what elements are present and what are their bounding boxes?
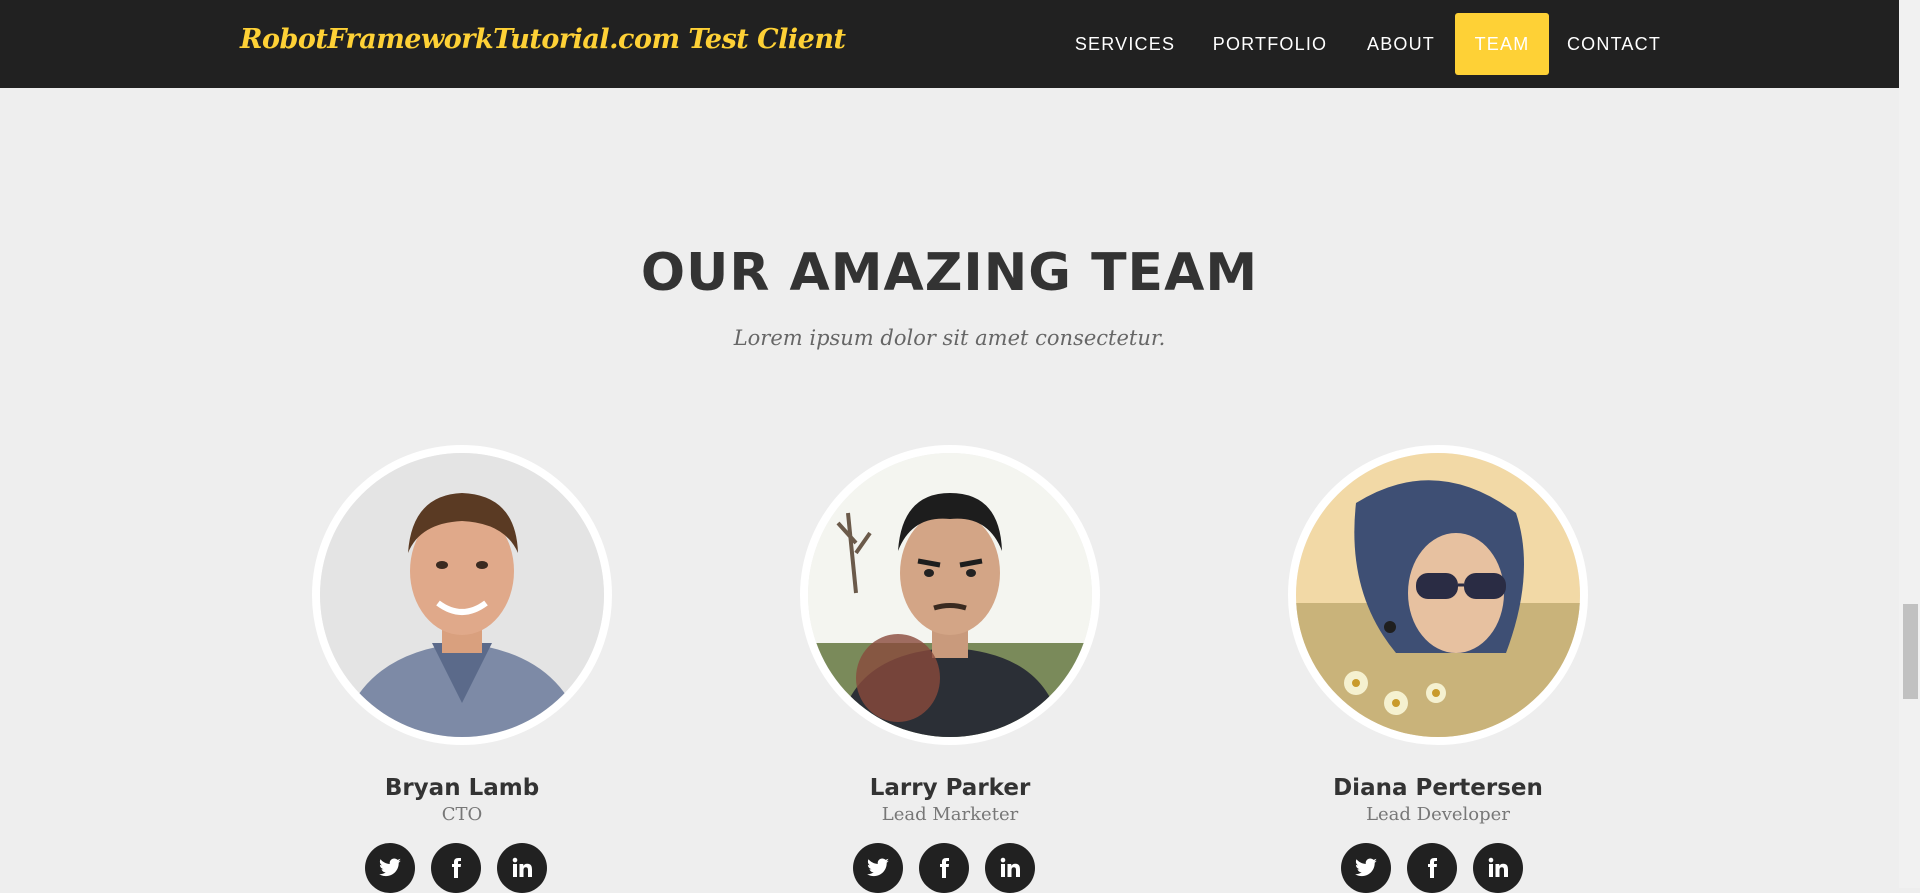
avatar [312,445,612,745]
portrait-image [1296,453,1580,737]
nav-portfolio[interactable]: PORTFOLIO [1203,13,1337,75]
portrait-image [320,453,604,737]
vertical-scrollbar[interactable] [1899,0,1920,888]
linkedin-link[interactable] [985,843,1035,893]
twitter-icon [1355,858,1377,877]
linkedin-icon [1000,857,1020,877]
member-name: Diana Pertersen [1333,775,1543,801]
member-role: Lead Developer [1366,804,1510,825]
social-links [365,843,565,893]
section-subheading: Lorem ipsum dolor sit amet consectetur. [733,326,1166,350]
member-name: Larry Parker [869,775,1031,801]
section-heading: OUR AMAZING TEAM [640,243,1259,303]
twitter-link[interactable] [1341,843,1391,893]
portrait-image [808,453,1092,737]
nav-contact[interactable]: CONTACT [1557,13,1671,75]
avatar [1288,445,1588,745]
facebook-link[interactable] [1407,843,1457,893]
linkedin-link[interactable] [1473,843,1523,893]
twitter-icon [867,858,889,877]
facebook-link[interactable] [431,843,481,893]
facebook-icon [1428,858,1437,878]
social-links [1341,843,1541,893]
linkedin-icon [512,857,532,877]
brand-logo[interactable]: RobotFrameworkTutorial.com Test Client [240,24,846,55]
twitter-link[interactable] [853,843,903,893]
nav-services[interactable]: SERVICES [1065,13,1185,75]
nav-team[interactable]: TEAM [1455,13,1549,75]
facebook-icon [940,858,949,878]
facebook-link[interactable] [919,843,969,893]
facebook-icon [452,858,461,878]
avatar [800,445,1100,745]
member-name: Bryan Lamb [384,775,540,801]
linkedin-link[interactable] [497,843,547,893]
linkedin-icon [1488,857,1508,877]
twitter-icon [379,858,401,877]
member-role: Lead Marketer [881,804,1019,825]
member-role: CTO [441,804,483,825]
social-links [853,843,1053,893]
scrollbar-thumb[interactable] [1903,604,1918,699]
navbar: RobotFrameworkTutorial.com Test Client S… [0,0,1899,88]
nav-about[interactable]: ABOUT [1355,13,1447,75]
twitter-link[interactable] [365,843,415,893]
